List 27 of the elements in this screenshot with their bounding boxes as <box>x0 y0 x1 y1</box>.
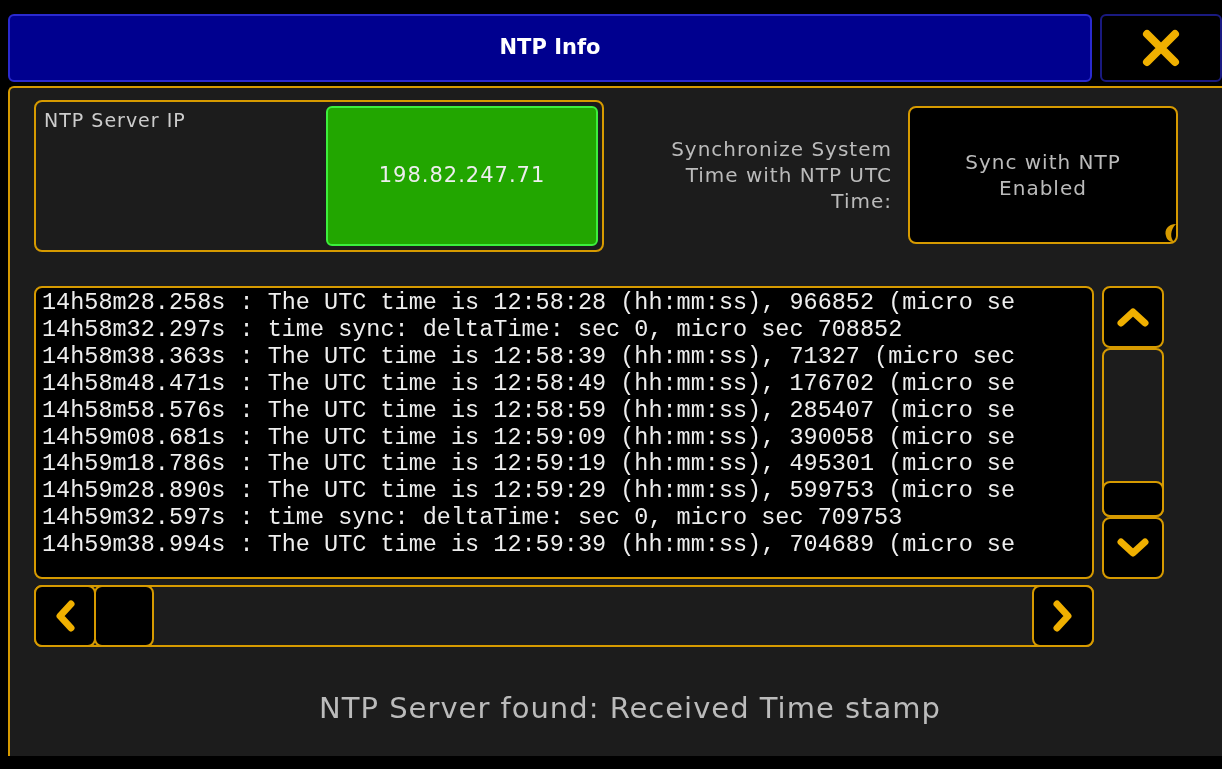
log-line: 14h59m28.890s : The UTC time is 12:59:29 (hh:mm:ss), 599753 (micro se <box>42 478 1017 506</box>
log-line: 14h59m08.681s : The UTC time is 12:59:09 (hh:mm:ss), 390058 (micro se <box>42 424 1017 452</box>
log-line: 14h58m38.363s : The UTC time is 12:58:39 (hh:mm:ss), 71327 (micro sec <box>42 343 1017 371</box>
right-chevron-icon <box>1053 600 1073 632</box>
scroll-down-button[interactable] <box>1102 517 1164 579</box>
log-line: 14h58m28.258s : The UTC time is 12:58:28 (hh:mm:ss), 966852 (micro se <box>42 290 1017 317</box>
log-line: 14h58m48.471s : The UTC time is 12:58:49 (hh:mm:ss), 176702 (micro se <box>42 370 1017 398</box>
horizontal-scroll-thumb[interactable] <box>94 585 154 647</box>
scroll-up-button[interactable] <box>1102 286 1164 348</box>
close-button[interactable] <box>1100 14 1222 82</box>
log-line: 14h59m18.786s : The UTC time is 12:59:19 (hh:mm:ss), 495301 (micro se <box>42 451 1017 479</box>
log-line: 14h58m58.576s : The UTC time is 12:58:59 (hh:mm:ss), 285407 (micro se <box>42 397 1017 425</box>
status-message: NTP Server found: Received Time stamp <box>319 690 941 727</box>
log-line: 14h58m32.297s : time sync: deltaTime: sec 0, micro sec 708852 <box>42 316 904 344</box>
server-ip-label: NTP Server IP <box>44 108 186 133</box>
sync-label: Synchronize System Time with NTP UTC Time: <box>670 136 892 214</box>
scroll-left-button[interactable] <box>34 585 96 647</box>
down-chevron-icon <box>1117 538 1149 558</box>
log-line: 14h59m38.994s : The UTC time is 12:59:39 (hh:mm:ss), 704689 (micro se <box>42 532 1017 560</box>
left-chevron-icon <box>55 600 75 632</box>
scroll-right-button[interactable] <box>1032 585 1094 647</box>
window-title: NTP Info <box>8 14 1092 82</box>
vertical-scroll-thumb[interactable] <box>1102 481 1164 517</box>
log-line: 14h59m32.597s : time sync: deltaTime: sec 0, micro sec 709753 <box>42 505 904 533</box>
close-icon <box>1142 29 1180 67</box>
up-chevron-icon <box>1117 307 1149 327</box>
sync-button[interactable]: Sync with NTP Enabled <box>908 106 1178 244</box>
